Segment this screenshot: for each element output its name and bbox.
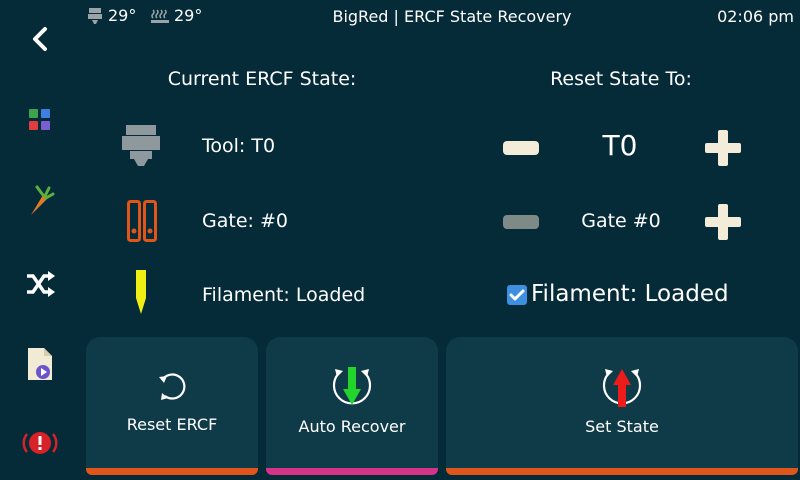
- tool-minus-button[interactable]: [503, 141, 539, 155]
- reset-ercf-label: Reset ERCF: [126, 415, 218, 434]
- page-title: BigRed | ERCF State Recovery: [332, 7, 572, 26]
- auto-recover-accent: [266, 468, 438, 475]
- current-tool-label: Tool: T0: [202, 135, 276, 157]
- back-icon: [33, 27, 47, 51]
- reset-tool-value: T0: [602, 129, 638, 162]
- set-state-icon: [602, 369, 642, 407]
- reset-ercf-button[interactable]: Reset ERCF: [86, 337, 258, 475]
- set-state-label: Set State: [585, 417, 659, 436]
- print-files-button[interactable]: [18, 342, 62, 386]
- file-play-icon: [28, 348, 52, 380]
- current-filament-label: Filament: Loaded: [202, 284, 366, 306]
- emergency-stop-button[interactable]: [18, 421, 62, 465]
- reset-gate-value: Gate #0: [581, 210, 661, 232]
- checkmark-icon: [509, 289, 525, 301]
- main-menu-icon: [29, 109, 50, 130]
- gate-icon: [127, 200, 157, 242]
- set-state-accent: [446, 468, 798, 475]
- shuffle-icon: [27, 271, 55, 297]
- carrot-icon: [31, 185, 55, 215]
- carrot-button[interactable]: [18, 180, 62, 224]
- top-bar: 29° 29° BigRed | ERCF State Recovery 02:…: [0, 0, 800, 34]
- set-state-button[interactable]: Set State: [446, 337, 798, 475]
- reset-filament-label[interactable]: Filament: Loaded: [531, 281, 729, 307]
- gate-minus-button[interactable]: [503, 215, 539, 229]
- current-gate-label: Gate: #0: [202, 210, 288, 232]
- tool-icon: [122, 125, 160, 166]
- clock: 02:06 pm: [717, 7, 794, 26]
- reset-ercf-accent: [86, 468, 258, 475]
- gate-plus-button[interactable]: [705, 204, 741, 240]
- tool-plus-button[interactable]: [705, 130, 741, 166]
- filament-icon: [136, 270, 146, 314]
- auto-recover-icon: [332, 367, 372, 405]
- current-state-heading: Current ERCF State:: [167, 68, 357, 90]
- reset-icon: [159, 373, 186, 400]
- auto-recover-button[interactable]: Auto Recover: [266, 337, 438, 475]
- reset-state-heading: Reset State To:: [550, 68, 692, 90]
- main-menu-button[interactable]: [18, 98, 62, 142]
- emergency-stop-icon: [22, 432, 58, 454]
- filament-loaded-checkbox[interactable]: [507, 285, 527, 305]
- back-button[interactable]: [18, 17, 62, 61]
- shuffle-button[interactable]: [18, 262, 62, 306]
- auto-recover-label: Auto Recover: [298, 417, 406, 436]
